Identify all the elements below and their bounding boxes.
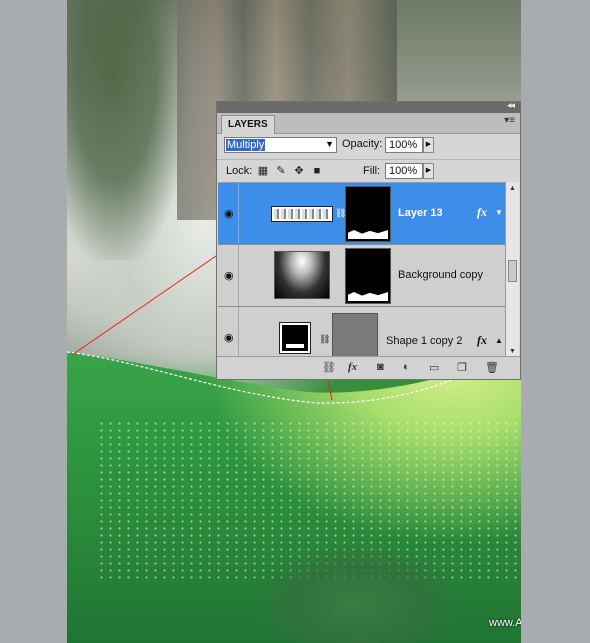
new-layer-icon[interactable]: ❐ (457, 361, 467, 374)
new-group-icon[interactable]: ▭ (429, 361, 439, 374)
mask-thumbnail[interactable] (345, 248, 391, 304)
tab-layers[interactable]: LAYERS (221, 115, 275, 134)
panel-bottom-toolbar: ⛓ fx ◙ ◐ ▭ ❐ 🗑 (217, 356, 520, 379)
fx-icon[interactable]: fx (477, 205, 487, 220)
mask-thumbnail[interactable] (345, 186, 391, 242)
fill-slider-arrow[interactable]: ▶ (423, 163, 434, 179)
lock-move-icon[interactable]: ✥ (293, 165, 305, 177)
opacity-slider-arrow[interactable]: ▶ (423, 137, 434, 153)
mask-thumbnail[interactable] (332, 313, 378, 359)
layer-row-background-copy[interactable]: ◉ Background copy (218, 245, 506, 307)
fx-icon[interactable]: fx (477, 333, 487, 348)
lock-transparency-icon[interactable]: ▦ (257, 165, 269, 177)
blend-mode-value: Multiply (226, 139, 266, 151)
visibility-toggle[interactable]: ◉ (220, 245, 239, 306)
layer-row-layer-13[interactable]: ◉ ⛓ Layer 13 fx ▼ (218, 183, 506, 245)
panel-tab-row: LAYERS ▾≡ (217, 113, 520, 134)
scrollbar-thumb[interactable] (508, 260, 517, 282)
blend-mode-select[interactable]: Multiply ▼ (224, 137, 337, 153)
watermark-text: www.Alfoart.com (489, 617, 521, 629)
chevron-down-icon: ▼ (325, 139, 334, 149)
visibility-toggle[interactable]: ◉ (220, 307, 239, 359)
collapse-icon[interactable]: ◂◂ (507, 100, 515, 111)
layers-scrollbar[interactable]: ▲ ▼ (505, 182, 519, 358)
panel-menu-icon[interactable]: ▾≡ (504, 115, 515, 126)
eye-icon: ◉ (224, 208, 234, 220)
layer-row-shape-1-copy-2[interactable]: ◉ ⛓ Shape 1 copy 2 fx ▲ (218, 307, 506, 359)
layer-name[interactable]: Shape 1 copy 2 (386, 335, 462, 347)
fill-input[interactable]: 100% (385, 163, 423, 179)
lock-label: Lock: (226, 165, 253, 177)
opacity-input[interactable]: 100% (385, 137, 423, 153)
layer-thumbnail[interactable] (274, 251, 330, 299)
layer-name[interactable]: Layer 13 (398, 207, 443, 219)
link-icon: ⛓ (319, 334, 331, 344)
fill-label: Fill: (363, 165, 381, 177)
scroll-down-icon[interactable]: ▼ (509, 348, 516, 355)
add-style-icon[interactable]: fx (348, 361, 357, 373)
eye-icon: ◉ (224, 270, 234, 282)
trash-icon[interactable]: 🗑 (485, 361, 499, 374)
scroll-up-icon[interactable]: ▲ (509, 185, 516, 192)
layers-list: ◉ ⛓ Layer 13 fx ▼ ◉ Background copy ◉ ⛓ (218, 182, 506, 359)
lock-fill-row: Lock: ▦ ✎ ✥ ■ Fill: 100% ▶ (217, 159, 520, 182)
opacity-label: Opacity: (342, 138, 383, 150)
blend-opacity-row: Multiply ▼ Opacity: 100% ▶ (217, 135, 520, 157)
add-mask-icon[interactable]: ◙ (377, 361, 384, 373)
layer-name[interactable]: Background copy (398, 269, 483, 281)
visibility-toggle[interactable]: ◉ (220, 183, 239, 244)
eye-icon: ◉ (224, 332, 234, 344)
lock-brush-icon[interactable]: ✎ (275, 165, 287, 177)
expand-effects-icon[interactable]: ▼ (495, 208, 503, 217)
layer-thumbnail[interactable] (271, 206, 333, 222)
lock-all-icon[interactable]: ■ (311, 165, 323, 177)
expand-effects-icon[interactable]: ▲ (495, 336, 503, 345)
shape-thumbnail[interactable] (279, 322, 311, 354)
link-layers-icon[interactable]: ⛓ (322, 361, 336, 374)
adjustment-layer-icon[interactable]: ◐ (403, 361, 410, 373)
panel-header-bar: ◂◂ (217, 100, 520, 113)
layers-panel: ◂◂ LAYERS ▾≡ Multiply ▼ Opacity: 100% ▶ … (216, 100, 521, 380)
